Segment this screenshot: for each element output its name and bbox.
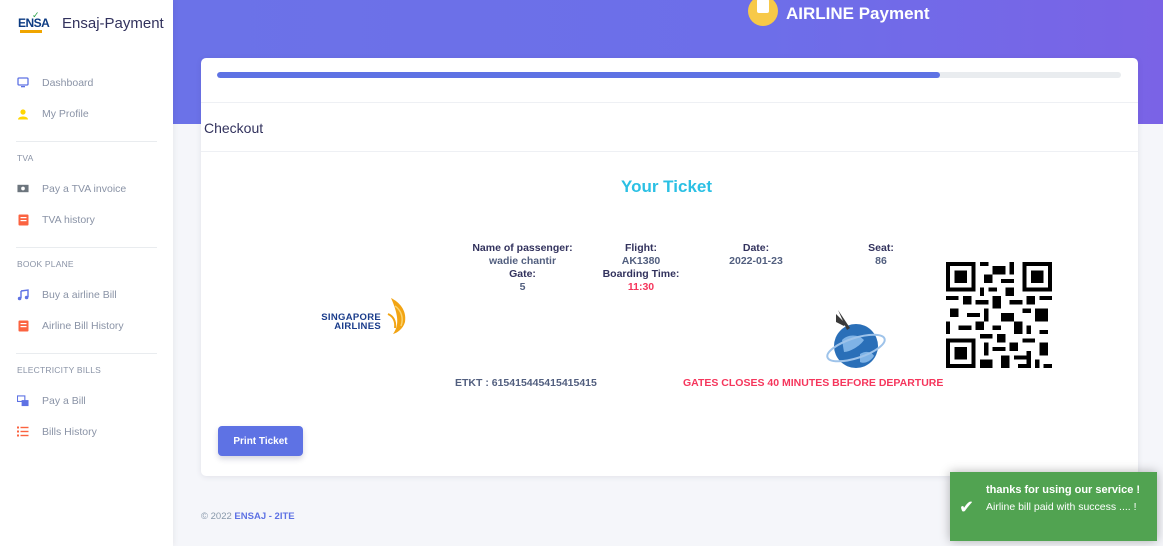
money-icon <box>17 183 29 195</box>
date-column: Date: 2022-01-23 <box>711 242 801 268</box>
checkout-heading: Checkout <box>204 120 264 136</box>
toast-title: thanks for using our service ! <box>986 484 1141 496</box>
bird-icon <box>387 298 406 334</box>
progress-bar <box>217 72 1121 78</box>
sidebar-item-label: Airline Bill History <box>42 319 124 332</box>
sidebar-item-buy-airline-bill[interactable]: Buy a airline Bill <box>0 279 173 310</box>
monitor-window-icon <box>17 394 29 407</box>
toast-message: Airline bill paid with success .... ! <box>986 501 1137 513</box>
nav-heading-tva: TVA <box>17 153 34 163</box>
flight-label: Flight: <box>624 242 658 254</box>
main-nav: Dashboard My Profile <box>0 67 173 129</box>
seat-column: Seat: 86 <box>851 242 911 268</box>
date-label: Date: <box>742 242 770 254</box>
sidebar-item-tva-history[interactable]: TVA history <box>0 204 173 235</box>
music-note-icon <box>17 288 29 301</box>
passenger-label: Name of passenger: <box>472 242 573 254</box>
divider <box>201 102 1138 103</box>
monitor-icon <box>17 77 29 89</box>
passenger-column: Name of passenger: wadie chantir Gate: 5 <box>455 242 590 294</box>
globe-plane-icon <box>826 310 886 368</box>
boarding-time-label: Boarding Time: <box>602 268 680 280</box>
divider <box>16 353 157 354</box>
airline-logo-line2: AIRLINES <box>334 321 381 332</box>
gate-value: 5 <box>519 281 526 293</box>
electricity-nav: Pay a Bill Bills History <box>0 385 173 447</box>
sidebar-item-label: Bills History <box>42 425 97 438</box>
copyright: © 2022 <box>201 511 232 522</box>
boarding-time-value: 11:30 <box>627 281 655 293</box>
ensa-logo: ✓ ENSA <box>18 10 56 36</box>
sidebar: ✓ ENSA Ensaj-Payment Dashboard My Profil… <box>0 0 173 546</box>
list-icon <box>17 426 29 438</box>
sidebar-item-pay-tva-invoice[interactable]: Pay a TVA invoice <box>0 173 173 204</box>
progress-fill <box>217 72 941 78</box>
checkout-card: Checkout Your Ticket Name of passenger: … <box>201 58 1138 476</box>
sidebar-item-label: Dashboard <box>42 76 94 89</box>
brand[interactable]: ✓ ENSA Ensaj-Payment <box>0 0 173 46</box>
date-value: 2022-01-23 <box>729 255 783 267</box>
nav-heading-electricity-bills: ELECTRICITY BILLS <box>17 365 102 375</box>
user-icon <box>17 108 29 120</box>
singapore-airlines-logo: SINGAPORE AIRLINES <box>315 296 415 336</box>
airline-logo-text: SINGAPORE AIRLINES <box>315 313 381 332</box>
success-toast[interactable]: ✔ thanks for using our service ! Airline… <box>950 472 1157 541</box>
page-title: AIRLINE Payment <box>786 4 930 23</box>
footer: © 2022 ENSAJ - 2ITE <box>201 511 295 522</box>
sidebar-item-label: Pay a TVA invoice <box>42 182 127 195</box>
sidebar-item-my-profile[interactable]: My Profile <box>0 98 173 129</box>
history-icon <box>17 214 29 226</box>
brand-name: Ensaj-Payment <box>62 14 164 32</box>
divider <box>201 151 1138 152</box>
gates-notice: GATES CLOSES 40 MINUTES BEFORE DEPARTURE <box>683 377 944 389</box>
print-ticket-button[interactable]: Print Ticket <box>218 426 303 456</box>
seat-value: 86 <box>875 255 887 267</box>
airline-bill-icon <box>748 0 778 26</box>
passenger-value: wadie chantir <box>488 255 557 267</box>
sidebar-item-bills-history[interactable]: Bills History <box>0 416 173 447</box>
sidebar-item-label: My Profile <box>42 107 89 120</box>
nav-heading-book-plane: BOOK PLANE <box>17 259 74 269</box>
etkt-number: ETKT : 615415445415415415 <box>455 377 597 389</box>
tva-nav: Pay a TVA invoice TVA history <box>0 173 173 235</box>
checkmark-icon: ✔ <box>959 497 975 517</box>
sidebar-item-label: TVA history <box>42 213 95 226</box>
header-title: AIRLINE Payment <box>748 0 930 26</box>
qr-code <box>946 262 1052 368</box>
ticket-title: Your Ticket <box>621 177 713 196</box>
history-icon <box>17 320 29 332</box>
book-plane-nav: Buy a airline Bill Airline Bill History <box>0 279 173 341</box>
seat-label: Seat: <box>868 242 894 254</box>
sidebar-item-dashboard[interactable]: Dashboard <box>0 67 173 98</box>
sidebar-item-pay-a-bill[interactable]: Pay a Bill <box>0 385 173 416</box>
flight-column: Flight: AK1380 Boarding Time: 11:30 <box>596 242 686 294</box>
footer-brand-link[interactable]: ENSAJ - 2ITE <box>234 511 294 522</box>
flight-value: AK1380 <box>621 255 661 267</box>
sidebar-item-label: Pay a Bill <box>42 394 86 407</box>
gate-label: Gate: <box>509 268 536 280</box>
divider <box>16 247 157 248</box>
sidebar-item-airline-bill-history[interactable]: Airline Bill History <box>0 310 173 341</box>
divider <box>16 141 157 142</box>
sidebar-item-label: Buy a airline Bill <box>42 288 117 301</box>
